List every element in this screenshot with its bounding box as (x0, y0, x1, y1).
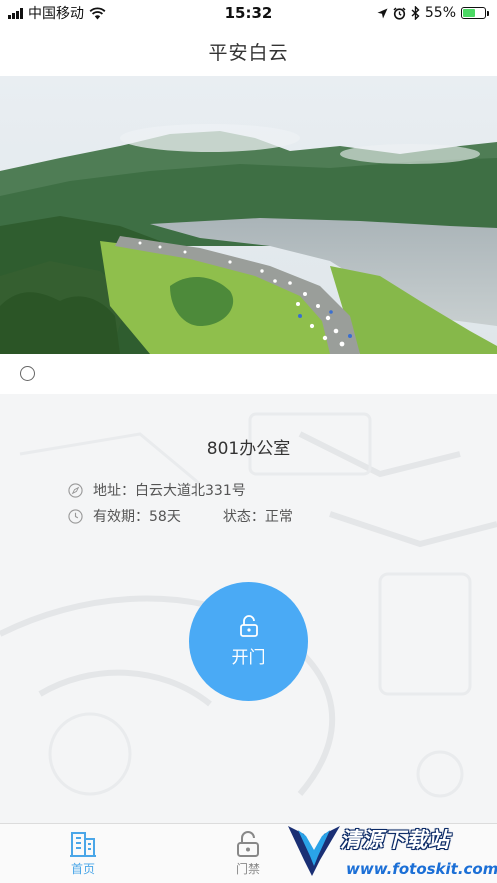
carrier-name: 中国移动 (28, 6, 84, 22)
watermark-url: www.fotoskit.com (346, 860, 497, 878)
status-bar-left: 中国移动 (8, 3, 106, 23)
carousel-dot[interactable] (20, 366, 35, 381)
compass-icon (68, 482, 83, 498)
nav-bar: 平安白云 (0, 26, 497, 76)
door-card: 801办公室 地址： 白云大道北331号 有效期： 58天 状态： 正常 开门 (0, 394, 497, 823)
building-icon (70, 832, 96, 857)
watermark: 清源下载站 www.fotoskit.com (282, 818, 497, 883)
watermark-title: 清源下载站 (340, 828, 450, 852)
status-label: 状态： (222, 509, 265, 525)
address-label: 地址： (93, 483, 135, 499)
signal-icon (8, 7, 23, 19)
clock-icon (68, 508, 83, 524)
tab-home-label: 首页 (70, 862, 95, 876)
status-bar: 中国移动 15:32 55% (0, 0, 497, 26)
tab-access-label: 门禁 (235, 862, 260, 876)
banner-carousel[interactable] (0, 76, 497, 354)
carousel-indicator (0, 354, 497, 394)
open-door-button[interactable]: 开门 (189, 582, 308, 701)
battery-icon (461, 7, 489, 19)
bluetooth-icon (411, 6, 420, 20)
alarm-icon (393, 6, 406, 20)
lock-icon (237, 831, 259, 857)
room-name: 801办公室 (206, 439, 291, 459)
watermark-logo (288, 826, 340, 876)
page-title: 平安白云 (208, 41, 289, 64)
validity-line: 有效期： 58天 状态： 正常 (68, 506, 293, 526)
tab-home[interactable]: 首页 (43, 830, 123, 877)
banner-image (0, 76, 497, 354)
battery-level (463, 9, 475, 17)
open-door-label: 开门 (231, 648, 266, 668)
validity-value: 58天 (149, 509, 181, 525)
location-icon (377, 8, 388, 18)
battery-percent: 55% (424, 5, 456, 21)
wifi-icon (89, 6, 106, 19)
tab-access[interactable]: 门禁 (208, 830, 288, 877)
unlock-icon (239, 615, 258, 637)
address-value: 白云大道北331号 (135, 483, 246, 499)
address-line: 地址： 白云大道北331号 (68, 480, 246, 500)
validity-label: 有效期： (93, 509, 149, 525)
status-bar-right: 55% (377, 5, 489, 21)
status-value: 正常 (264, 509, 293, 525)
